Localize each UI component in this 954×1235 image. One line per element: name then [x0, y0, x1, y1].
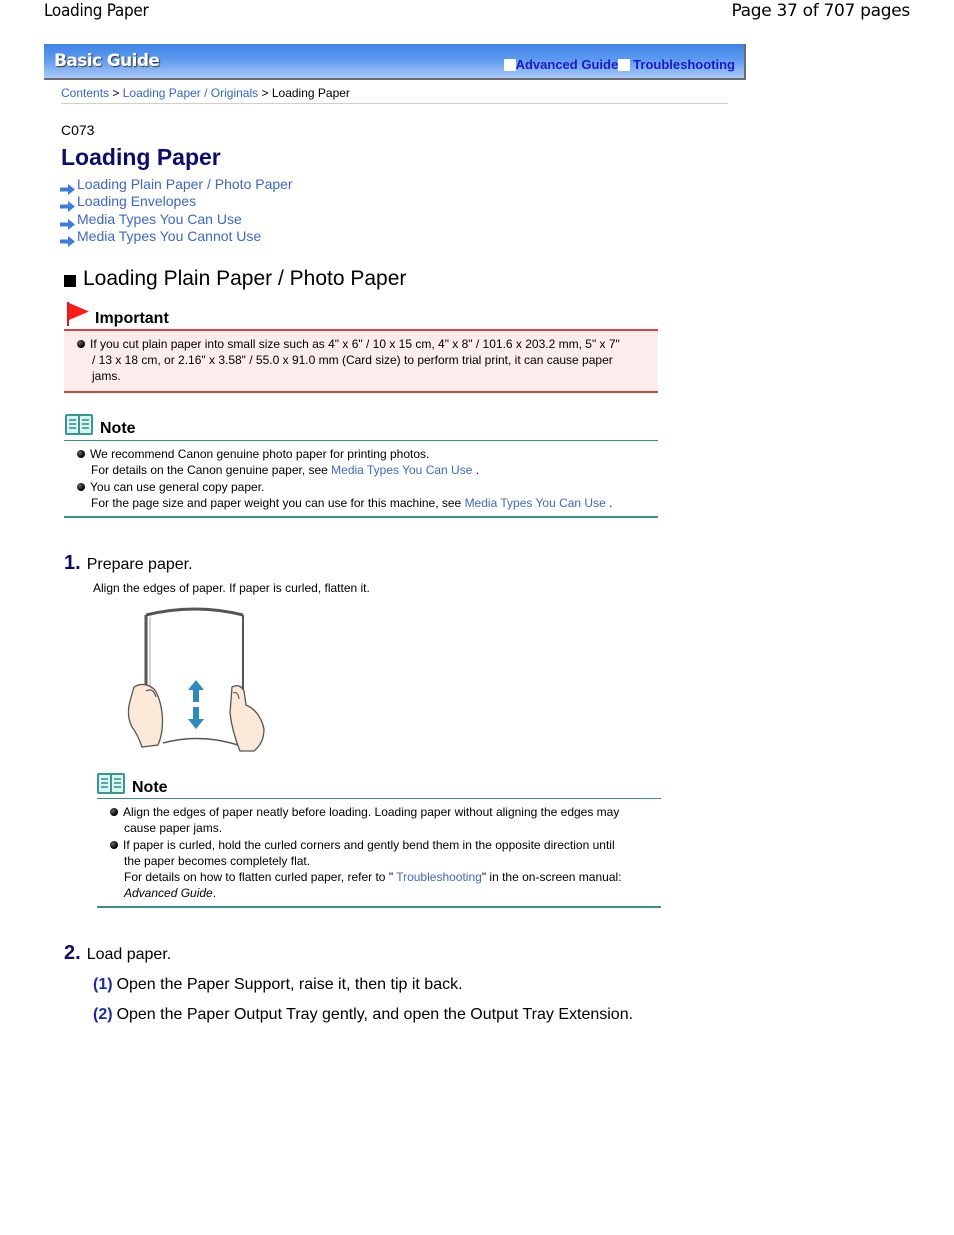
- note-detail-text: For details on the Canon genuine paper, …: [91, 463, 332, 477]
- step-number: 2.: [64, 942, 81, 964]
- hands-aligning-paper-illustration: [127, 607, 265, 752]
- period: .: [609, 496, 613, 510]
- breadcrumb-separator: >: [261, 86, 269, 100]
- important-text: If you cut plain paper into small size s…: [90, 337, 620, 351]
- basic-guide-title: Basic Guide: [54, 51, 160, 71]
- book-icon: [65, 414, 93, 435]
- toc-item: Loading Plain Paper / Photo Paper: [60, 174, 293, 195]
- breadcrumb-current: Loading Paper: [271, 86, 350, 100]
- note-detail-text: " in the on-screen manual:: [481, 870, 622, 884]
- note-detail-text: For details on how to flatten curled pap…: [124, 870, 397, 884]
- note-text: the paper becomes completely flat.: [124, 854, 311, 868]
- note-detail: For details on how to flatten curled pap…: [123, 869, 661, 885]
- toc-link-media-can-use[interactable]: Media Types You Can Use: [77, 211, 242, 227]
- page-title: Loading Paper: [61, 144, 221, 170]
- important-heading: Important: [66, 302, 169, 327]
- divider: [61, 103, 728, 104]
- book-icon: [97, 773, 125, 794]
- media-types-link[interactable]: Media Types You Can Use: [331, 463, 472, 477]
- note-label: Note: [132, 779, 168, 796]
- arrow-right-icon: [60, 201, 75, 212]
- note-detail-text: For the page size and paper weight you c…: [91, 496, 465, 510]
- important-box: If you cut plain paper into small size s…: [64, 329, 658, 393]
- square-icon: [618, 58, 631, 71]
- toc-item: Media Types You Cannot Use: [60, 227, 293, 247]
- bullet-icon: [77, 340, 85, 348]
- important-text: jams.: [92, 369, 121, 383]
- page-indicator: Page 37 of 707 pages: [731, 1, 910, 21]
- guide-banner: Basic Guide Advanced Guide Troubleshooti…: [44, 44, 746, 80]
- note-item: If paper is curled, hold the curled corn…: [97, 837, 661, 901]
- note-item: We recommend Canon genuine photo paper f…: [64, 446, 658, 478]
- note-text: You can use general copy paper.: [90, 480, 265, 494]
- arrow-right-icon: [60, 218, 75, 230]
- note-label: Note: [100, 420, 136, 437]
- advanced-guide-reference: Advanced Guide: [124, 886, 213, 900]
- media-types-link[interactable]: Media Types You Can Use: [465, 496, 606, 510]
- black-square-icon: [64, 274, 76, 287]
- page-code: C073: [61, 122, 95, 138]
- step-title: Prepare paper.: [86, 556, 193, 573]
- toc-link-media-cannot-use[interactable]: Media Types You Cannot Use: [77, 228, 261, 244]
- note-detail: Advanced Guide.: [123, 885, 661, 901]
- troubleshooting-link[interactable]: Troubleshooting: [633, 57, 735, 72]
- breadcrumb-separator: >: [112, 86, 120, 100]
- breadcrumb-contents[interactable]: Contents: [61, 86, 109, 100]
- breadcrumb: Contents > Loading Paper / Originals > L…: [61, 86, 350, 100]
- toc-item: Media Types You Can Use: [60, 209, 293, 230]
- step-1-heading: 1. Prepare paper.: [64, 552, 193, 575]
- guide-links: Advanced Guide Troubleshooting: [503, 57, 735, 72]
- substep: (1) Open the Paper Support, raise it, th…: [93, 976, 463, 994]
- toc-link-plain-photo-paper[interactable]: Loading Plain Paper / Photo Paper: [77, 176, 293, 192]
- note-text: Align the edges of paper neatly before l…: [123, 805, 620, 819]
- substep-number: (2): [93, 1006, 113, 1023]
- document-title: Loading Paper: [44, 1, 149, 21]
- substep-number: (1): [93, 976, 113, 993]
- note-detail: For details on the Canon genuine paper, …: [90, 462, 658, 478]
- step-number: 1.: [64, 552, 81, 574]
- red-flag-icon: [67, 302, 89, 326]
- note-item: Align the edges of paper neatly before l…: [97, 804, 661, 836]
- toc-link-envelopes[interactable]: Loading Envelopes: [77, 193, 196, 209]
- substep: (2) Open the Paper Output Tray gently, a…: [93, 1006, 633, 1024]
- note-heading: Note: [65, 414, 136, 437]
- note-text: cause paper jams.: [124, 821, 223, 835]
- note-item: You can use general copy paper. For the …: [64, 479, 658, 511]
- substep-text: Open the Paper Support, raise it, then t…: [116, 976, 463, 993]
- bullet-icon: [77, 483, 85, 491]
- substep-text: Open the Paper Output Tray gently, and o…: [116, 1006, 634, 1023]
- note-heading: Note: [97, 773, 168, 796]
- important-label: Important: [95, 310, 169, 327]
- bullet-icon: [110, 841, 118, 849]
- step-2-heading: 2. Load paper.: [64, 942, 171, 965]
- advanced-guide-link[interactable]: Advanced Guide: [516, 57, 619, 72]
- important-text: / 13 x 18 cm, or 2.16" x 3.58" / 55.0 x …: [92, 353, 613, 367]
- toc-item: Loading Envelopes: [60, 192, 293, 212]
- note-detail: For the page size and paper weight you c…: [90, 495, 658, 511]
- breadcrumb-loading-paper-originals[interactable]: Loading Paper / Originals: [123, 86, 258, 100]
- note-text: We recommend Canon genuine photo paper f…: [90, 447, 430, 461]
- note-box: Align the edges of paper neatly before l…: [97, 798, 661, 908]
- arrow-right-icon: [60, 183, 75, 195]
- section-title: Loading Plain Paper / Photo Paper: [83, 267, 407, 290]
- period: .: [475, 463, 480, 477]
- note-text: If paper is curled, hold the curled corn…: [123, 838, 615, 852]
- troubleshooting-link[interactable]: Troubleshooting: [396, 870, 482, 884]
- section-heading: Loading Plain Paper / Photo Paper: [64, 267, 406, 291]
- bullet-icon: [77, 450, 85, 458]
- table-of-contents: Loading Plain Paper / Photo Paper Loadin…: [60, 174, 293, 247]
- step-title: Load paper.: [86, 946, 172, 963]
- bullet-icon: [110, 808, 118, 816]
- important-item: If you cut plain paper into small size s…: [64, 336, 658, 384]
- square-icon: [503, 58, 516, 71]
- arrow-right-icon: [60, 236, 75, 247]
- note-box: We recommend Canon genuine photo paper f…: [64, 440, 658, 518]
- period: .: [212, 886, 217, 900]
- step-description: Align the edges of paper. If paper is cu…: [93, 581, 370, 595]
